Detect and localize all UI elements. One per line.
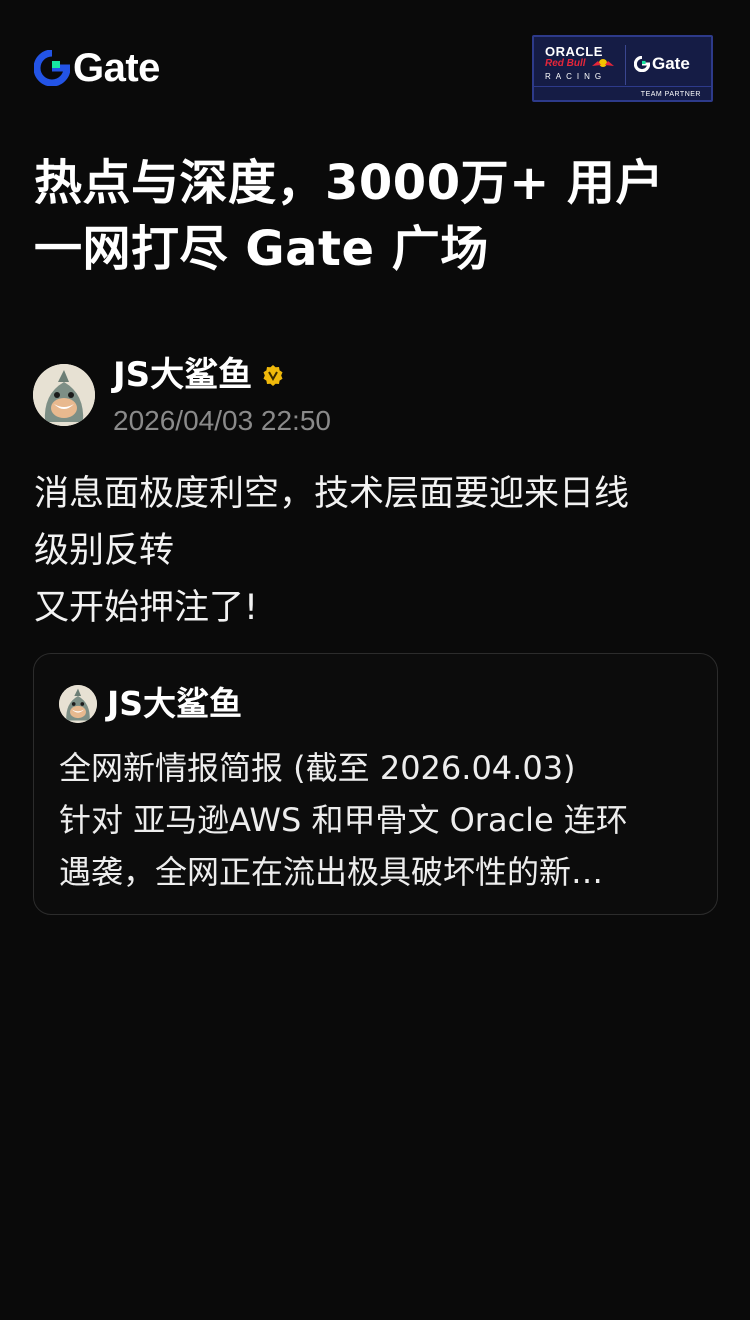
- headline-line-1: 热点与深度，3000万+ 用户: [34, 155, 665, 211]
- shark-avatar-icon: [33, 364, 95, 426]
- post-body: 消息面极度利空，技术层面要迎来日线 级别反转 又开始押注了!: [34, 466, 724, 637]
- author-name[interactable]: JS大鲨鱼: [113, 355, 252, 395]
- team-partner-badge: ORACLE Red Bull RACING Gate TEAM PARTNER: [532, 35, 713, 102]
- quoted-text-line: 针对 亚马逊AWS 和甲骨文 Oracle 连环: [59, 801, 628, 839]
- author-name-row: JS大鲨鱼: [113, 355, 284, 395]
- quoted-post-text: 全网新情报简报 (截至 2026.04.03) 针对 亚马逊AWS 和甲骨文 O…: [59, 742, 699, 898]
- partner-gate-text: Gate: [652, 54, 690, 73]
- gate-logo-icon: [34, 50, 70, 86]
- team-partner-label: TEAM PARTNER: [640, 91, 701, 98]
- redbull-bull-icon: [592, 59, 614, 67]
- post-body-line: 级别反转: [34, 531, 175, 571]
- gate-logo-icon: [634, 56, 650, 72]
- post-body-line: 消息面极度利空，技术层面要迎来日线: [34, 474, 630, 514]
- post-timestamp: 2026/04/03 22:50: [113, 405, 331, 436]
- avatar[interactable]: [33, 364, 95, 426]
- quoted-post-card[interactable]: JS大鲨鱼 全网新情报简报 (截至 2026.04.03) 针对 亚马逊AWS …: [33, 653, 718, 915]
- verified-badge-icon: [263, 365, 283, 386]
- quoted-text-line: 全网新情报简报 (截至 2026.04.03): [59, 749, 576, 787]
- redbull-wordmark: Red Bull: [545, 58, 586, 69]
- racing-wordmark: RACING: [545, 72, 607, 81]
- gate-logo: Gate: [34, 48, 160, 88]
- shark-avatar-icon: [59, 685, 97, 723]
- headline: 热点与深度，3000万+ 用户 一网打尽 Gate 广场: [34, 150, 724, 282]
- quoted-text-line: 遇袭，全网正在流出极具破坏性的新…: [59, 853, 604, 891]
- partner-divider: [625, 45, 626, 85]
- partner-gate-logo: Gate: [634, 54, 690, 74]
- gate-logo-text: Gate: [73, 46, 160, 90]
- quoted-author-name: JS大鲨鱼: [107, 684, 243, 723]
- quoted-avatar: [59, 685, 97, 723]
- share-card: Gate ORACLE Red Bull RACING Gate TEAM PA…: [0, 0, 750, 1320]
- headline-line-2: 一网打尽 Gate 广场: [34, 221, 489, 277]
- post-body-line: 又开始押注了!: [34, 588, 259, 628]
